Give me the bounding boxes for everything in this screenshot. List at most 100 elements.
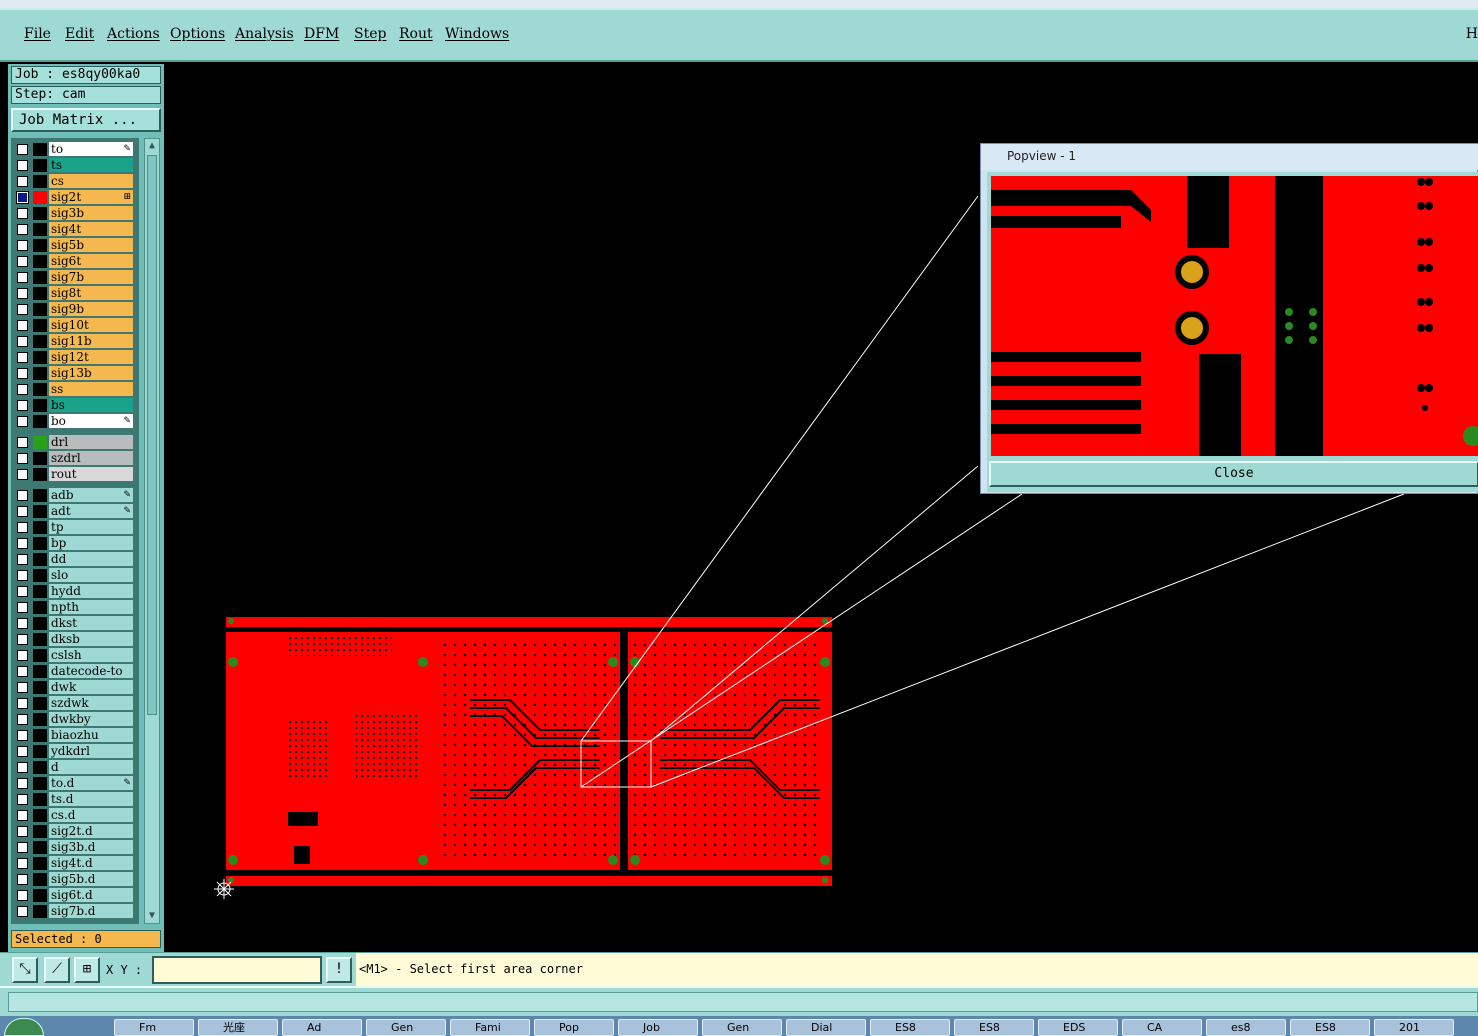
layer-row-hydd[interactable]: hydd — [13, 584, 137, 599]
layer-checkbox[interactable] — [17, 618, 28, 629]
layer-row-dwkby[interactable]: dwkby — [13, 712, 137, 727]
layer-row-sig13b[interactable]: sig13b — [13, 366, 137, 381]
layer-name[interactable]: dksb — [49, 632, 133, 646]
layer-name[interactable]: drl — [49, 435, 133, 449]
layer-checkbox[interactable] — [17, 810, 28, 821]
layer-row-to.d[interactable]: to.d ✎ — [13, 776, 137, 791]
layer-color-swatch[interactable] — [33, 399, 47, 412]
layer-row-dd[interactable]: dd — [13, 552, 137, 567]
layer-name[interactable]: dd — [49, 552, 133, 566]
layer-checkbox[interactable] — [17, 554, 28, 565]
layer-row-d[interactable]: d — [13, 760, 137, 775]
menu-file[interactable]: File — [24, 26, 51, 42]
layer-name[interactable]: tp — [49, 520, 133, 534]
layer-checkbox[interactable] — [17, 570, 28, 581]
layer-color-swatch[interactable] — [33, 569, 47, 582]
layer-checkbox[interactable] — [17, 453, 28, 464]
layer-row-ydkdrl[interactable]: ydkdrl — [13, 744, 137, 759]
layer-checkbox[interactable] — [17, 842, 28, 853]
layer-name[interactable]: sig3b.d — [49, 840, 133, 854]
taskbar-button[interactable]: ES8 — [954, 1019, 1034, 1036]
menu-help-partial[interactable]: H — [1466, 26, 1478, 42]
layer-row-adb[interactable]: adb ✎ — [13, 488, 137, 503]
layer-name[interactable]: sig10t — [49, 318, 133, 332]
layer-name[interactable]: sig5b.d — [49, 872, 133, 886]
menu-analysis[interactable]: Analysis — [235, 26, 294, 42]
layer-checkbox[interactable] — [17, 906, 28, 917]
layer-name[interactable]: sig13b — [49, 366, 133, 380]
taskbar-button[interactable]: es8 — [1206, 1019, 1286, 1036]
layer-row-szdrl[interactable]: szdrl — [13, 451, 137, 466]
layer-checkbox[interactable] — [17, 400, 28, 411]
layer-checkbox[interactable] — [17, 778, 28, 789]
layer-row-slo[interactable]: slo — [13, 568, 137, 583]
scroll-down-icon[interactable]: ▼ — [147, 911, 157, 921]
layer-row-cslsh[interactable]: cslsh — [13, 648, 137, 663]
taskbar-button[interactable]: Dial — [786, 1019, 866, 1036]
scroll-thumb[interactable] — [147, 155, 157, 715]
layer-name[interactable]: datecode-to — [49, 664, 133, 678]
layer-row-dksb[interactable]: dksb — [13, 632, 137, 647]
layer-checkbox[interactable] — [17, 352, 28, 363]
layer-name[interactable]: sig11b — [49, 334, 133, 348]
taskbar-button[interactable]: CA — [1122, 1019, 1202, 1036]
layer-name[interactable]: adt ✎ — [49, 504, 133, 518]
layer-checkbox[interactable] — [17, 682, 28, 693]
layer-color-swatch[interactable] — [33, 681, 47, 694]
popview-close-button[interactable]: Close — [989, 461, 1478, 487]
layer-checkbox[interactable] — [17, 522, 28, 533]
layer-name[interactable]: sig7b — [49, 270, 133, 284]
layer-row-sig2t.d[interactable]: sig2t.d — [13, 824, 137, 839]
menu-actions[interactable]: Actions — [107, 26, 160, 42]
layer-name[interactable]: dkst — [49, 616, 133, 630]
layer-name[interactable]: sig6t.d — [49, 888, 133, 902]
taskbar-button[interactable]: EDS — [1038, 1019, 1118, 1036]
layer-color-swatch[interactable] — [33, 825, 47, 838]
layer-checkbox[interactable] — [17, 714, 28, 725]
layer-color-swatch[interactable] — [33, 873, 47, 886]
popview-window[interactable]: Popview - 1 Close — [980, 143, 1478, 494]
layer-row-cs[interactable]: cs — [13, 174, 137, 189]
taskbar-button[interactable]: 201 — [1374, 1019, 1454, 1036]
layer-name[interactable]: bo ✎ — [49, 414, 133, 428]
layer-color-swatch[interactable] — [33, 617, 47, 630]
layer-color-swatch[interactable] — [33, 905, 47, 918]
xy-input[interactable] — [152, 956, 322, 984]
layer-name[interactable]: ts — [49, 158, 133, 172]
layer-color-swatch[interactable] — [33, 303, 47, 316]
layer-name[interactable]: biaozhu — [49, 728, 133, 742]
layer-checkbox[interactable] — [17, 538, 28, 549]
layer-row-npth[interactable]: npth — [13, 600, 137, 615]
layer-color-swatch[interactable] — [33, 841, 47, 854]
job-matrix-button[interactable]: Job Matrix ... — [11, 108, 161, 132]
taskbar-button[interactable]: ES8 — [870, 1019, 950, 1036]
layer-name[interactable]: bs — [49, 398, 133, 412]
layer-name[interactable]: sig6t — [49, 254, 133, 268]
layer-row-adt[interactable]: adt ✎ — [13, 504, 137, 519]
snap-icon[interactable]: ⤡ — [12, 957, 38, 983]
layer-row-sig6t.d[interactable]: sig6t.d — [13, 888, 137, 903]
layer-checkbox[interactable] — [17, 288, 28, 299]
layer-color-swatch[interactable] — [33, 601, 47, 614]
layer-color-swatch[interactable] — [33, 537, 47, 550]
taskbar-button[interactable]: Gen — [702, 1019, 782, 1036]
layer-color-swatch[interactable] — [33, 697, 47, 710]
layer-name[interactable]: sig4t — [49, 222, 133, 236]
layer-row-dkst[interactable]: dkst — [13, 616, 137, 631]
layer-name[interactable]: adb ✎ — [49, 488, 133, 502]
layer-color-swatch[interactable] — [33, 207, 47, 220]
taskbar-button[interactable]: ES8 — [1290, 1019, 1370, 1036]
layer-row-sig4t.d[interactable]: sig4t.d — [13, 856, 137, 871]
layer-name[interactable]: sig4t.d — [49, 856, 133, 870]
layer-row-sig7b.d[interactable]: sig7b.d — [13, 904, 137, 919]
grid-icon[interactable]: ⊞ — [74, 957, 100, 983]
layer-name[interactable]: bp — [49, 536, 133, 550]
layer-checkbox[interactable] — [16, 191, 29, 204]
layer-checkbox[interactable] — [17, 762, 28, 773]
layer-row-tp[interactable]: tp — [13, 520, 137, 535]
layer-name[interactable]: cs — [49, 174, 133, 188]
start-button[interactable] — [4, 1018, 44, 1036]
layer-row-datecode-to[interactable]: datecode-to — [13, 664, 137, 679]
layer-row-sig7b[interactable]: sig7b — [13, 270, 137, 285]
layer-name[interactable]: ydkdrl — [49, 744, 133, 758]
